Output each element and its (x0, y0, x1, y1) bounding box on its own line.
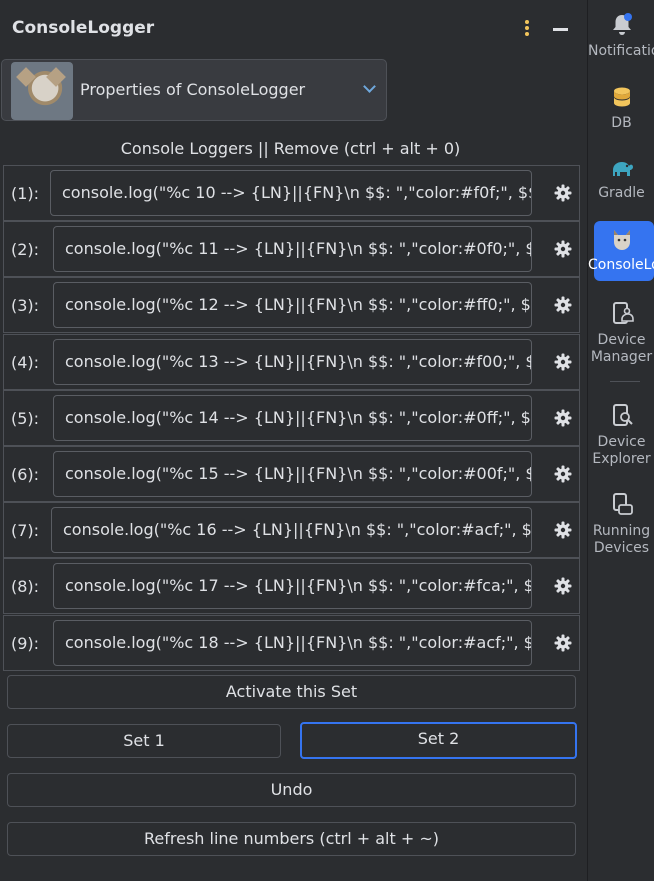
db-label: DB (611, 115, 632, 131)
gear-icon[interactable] (554, 240, 572, 258)
activate-set-button[interactable]: Activate this Set (7, 675, 576, 709)
device-explorer-label-1: Device (597, 434, 646, 450)
panel-title: ConsoleLogger (12, 18, 155, 38)
device-manager-label-2: Manager (590, 349, 653, 365)
logger-row-number: (4): (11, 352, 40, 372)
running-devices-label-1: Running (592, 523, 651, 539)
consolelogger-label: ConsoleLogger (588, 257, 654, 273)
logger-row[interactable]: (4): console.log("%c 13 --> {LN}||{FN}\n … (3, 333, 580, 390)
tool-window-notifications[interactable]: Notifications (588, 12, 654, 60)
chevron-down-icon[interactable] (363, 80, 376, 93)
minimize-icon[interactable] (553, 28, 568, 31)
cat-avatar-icon (613, 230, 630, 250)
device-manager-icon (612, 302, 634, 324)
running-devices-label-2: Devices (593, 540, 650, 556)
gear-icon[interactable] (554, 184, 572, 202)
undo-button[interactable]: Undo (7, 773, 576, 807)
logger-row[interactable]: (8): console.log("%c 17 --> {LN}||{FN}\n … (3, 558, 580, 615)
logger-row[interactable]: (3): console.log("%c 12 --> {LN}||{FN}\n … (3, 277, 580, 334)
logger-row[interactable]: (7): console.log("%c 16 --> {LN}||{FN}\n … (3, 502, 580, 559)
logger-template-input[interactable]: console.log("%c 10 --> {LN}||{FN}\n $$: … (50, 170, 532, 216)
refresh-line-numbers-button[interactable]: Refresh line numbers (ctrl + alt + ~) (7, 822, 576, 856)
device-explorer-icon (612, 404, 633, 426)
set-2-button[interactable]: Set 2 (300, 722, 577, 759)
gear-icon[interactable] (554, 465, 572, 483)
gear-icon[interactable] (554, 577, 572, 595)
gear-icon[interactable] (554, 634, 572, 652)
cat-avatar-icon (11, 62, 73, 120)
logger-row-number: (8): (11, 577, 40, 597)
bell-icon (612, 13, 632, 35)
panel-header: ConsoleLogger (0, 0, 587, 58)
console-logger-panel: ConsoleLogger Properties of ConsoleLogge… (0, 0, 587, 881)
gear-icon[interactable] (554, 353, 572, 371)
tool-window-device-explorer[interactable]: Device Explorer (588, 403, 654, 468)
logger-row-number: (9): (11, 633, 40, 653)
tool-window-consolelogger[interactable]: ConsoleLogger (588, 226, 654, 274)
logger-row-number: (2): (11, 240, 40, 260)
logger-template-input[interactable]: console.log("%c 14 --> {LN}||{FN}\n $$: … (53, 394, 532, 441)
logger-row[interactable]: (6): console.log("%c 15 --> {LN}||{FN}\n … (3, 446, 580, 502)
logger-row[interactable]: (1): console.log("%c 10 --> {LN}||{FN}\n … (3, 165, 580, 221)
logger-row-number: (6): (11, 465, 40, 484)
logger-template-input[interactable]: console.log("%c 16 --> {LN}||{FN}\n $$: … (51, 507, 532, 554)
properties-dropdown[interactable]: Properties of ConsoleLogger (1, 59, 387, 121)
device-manager-label-1: Device (597, 332, 646, 348)
logger-row-number: (7): (11, 521, 40, 541)
section-title[interactable]: Console Loggers || Remove (ctrl + alt + … (0, 139, 581, 158)
logger-row[interactable]: (2): console.log("%c 11 --> {LN}||{FN}\n … (3, 221, 580, 278)
set-1-button[interactable]: Set 1 (7, 724, 281, 758)
gradle-elephant-icon (612, 162, 633, 176)
tool-window-running-devices[interactable]: Running Devices (588, 492, 654, 557)
tool-window-gradle[interactable]: Gradle (588, 158, 654, 202)
running-devices-icon (612, 493, 633, 515)
gear-icon[interactable] (554, 409, 572, 427)
tool-window-device-manager[interactable]: Device Manager (588, 301, 654, 366)
logger-template-input[interactable]: console.log("%c 17 --> {LN}||{FN}\n $$: … (53, 563, 532, 610)
logger-template-input[interactable]: console.log("%c 11 --> {LN}||{FN}\n $$: … (53, 226, 532, 273)
kebab-menu-icon[interactable] (520, 20, 534, 40)
logger-template-input[interactable]: console.log("%c 15 --> {LN}||{FN}\n $$: … (53, 451, 532, 497)
logger-template-input[interactable]: console.log("%c 13 --> {LN}||{FN}\n $$: … (53, 338, 532, 385)
logger-row-number: (3): (11, 296, 40, 316)
properties-label: Properties of ConsoleLogger (80, 80, 306, 99)
gear-icon[interactable] (554, 521, 572, 539)
logger-template-input[interactable]: console.log("%c 18 --> {LN}||{FN}\n $$: … (53, 619, 532, 666)
notifications-label: Notifications (588, 43, 654, 59)
logger-row-number: (1): (11, 184, 40, 203)
device-explorer-label-2: Explorer (592, 451, 651, 467)
stripe-divider (610, 381, 640, 382)
logger-row[interactable]: (9): console.log("%c 18 --> {LN}||{FN}\n … (3, 614, 580, 671)
gradle-label: Gradle (598, 185, 645, 201)
logger-row-number: (5): (11, 408, 40, 428)
tool-window-stripe: Notifications DB Gradle ConsoleLogger (587, 0, 654, 881)
database-icon (613, 87, 630, 107)
tool-window-db[interactable]: DB (588, 86, 654, 132)
logger-row[interactable]: (5): console.log("%c 14 --> {LN}||{FN}\n … (3, 389, 580, 446)
gear-icon[interactable] (554, 296, 572, 314)
logger-template-input[interactable]: console.log("%c 12 --> {LN}||{FN}\n $$: … (53, 282, 532, 329)
